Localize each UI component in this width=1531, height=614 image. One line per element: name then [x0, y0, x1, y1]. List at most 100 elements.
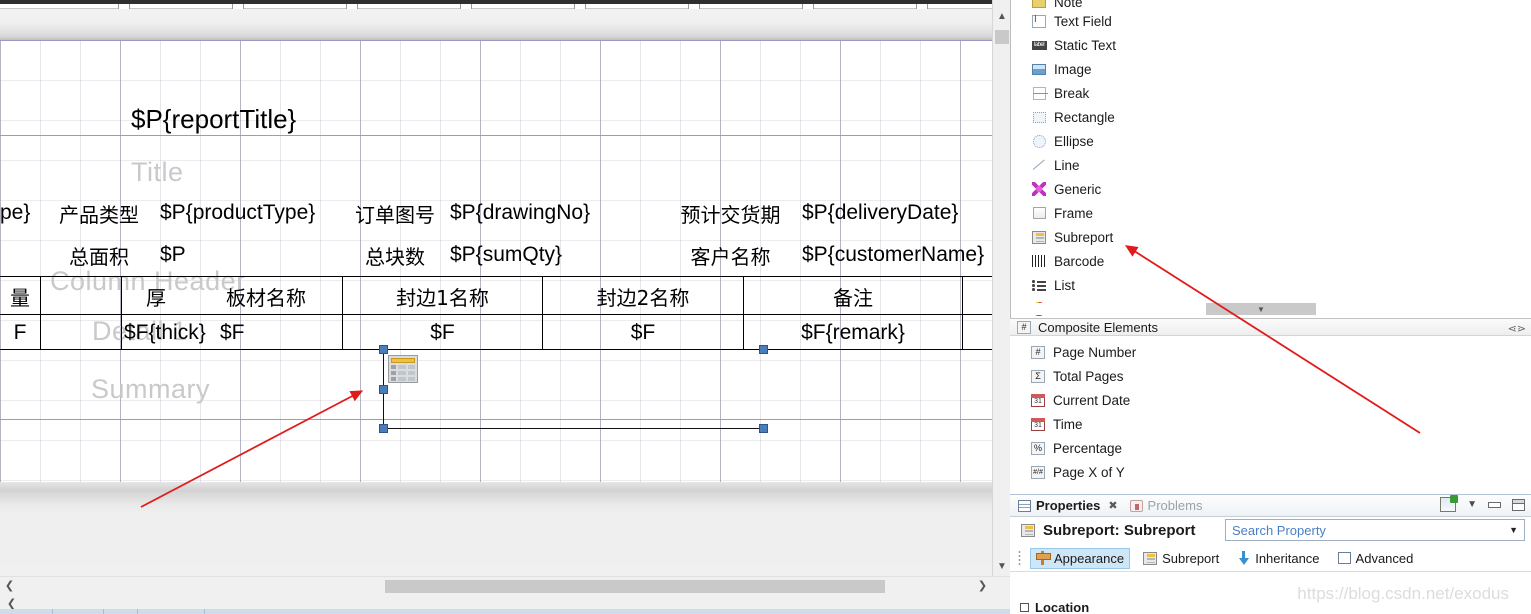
palette-item-line[interactable]: Line: [1011, 153, 1080, 177]
new-view-icon[interactable]: [1440, 495, 1459, 512]
selected-subreport-element[interactable]: [379, 345, 768, 433]
designer-footer-strip: ❮: [0, 595, 1010, 614]
col-header-remark[interactable]: 备注: [744, 278, 962, 314]
scroll-up-arrow[interactable]: ▲: [993, 8, 1010, 25]
detail-cell-remark[interactable]: $F{remark}: [744, 316, 962, 349]
palette-item-text-field[interactable]: Text Field: [1011, 9, 1112, 33]
composite-item-time[interactable]: 31 Time: [1010, 412, 1083, 436]
composite-item-percentage[interactable]: % Percentage: [1010, 436, 1122, 460]
composite-item-label: Total Pages: [1053, 368, 1124, 384]
col-header-thickness[interactable]: 厚: [121, 278, 191, 314]
tab-advanced[interactable]: Advanced: [1333, 549, 1419, 568]
canvas-bottom-shading: [0, 482, 992, 514]
palette-item-ellipse[interactable]: Ellipse: [1011, 129, 1094, 153]
design-canvas[interactable]: Title Column Header Detail 1 Summary $P{…: [0, 9, 992, 566]
chevron-down-icon[interactable]: ▼: [1467, 499, 1477, 510]
param-field-customer-name[interactable]: $P{customerName}: [802, 237, 992, 273]
subreport-icon: [388, 355, 418, 383]
palette-hscroll-thumb[interactable]: ▼: [1206, 303, 1316, 315]
composite-item-page-number[interactable]: # Page Number: [1010, 340, 1136, 364]
detail-cell-edge2-name[interactable]: $F: [544, 316, 742, 349]
composite-item-page-x-of-y[interactable]: #/# Page X of Y: [1010, 460, 1125, 484]
selection-handle-top-right[interactable]: [759, 345, 768, 354]
band-label-title: Title: [131, 157, 184, 187]
properties-toolbar: ▼: [1440, 495, 1525, 512]
minimize-icon[interactable]: [1488, 501, 1501, 508]
palette-item-label: Break: [1054, 85, 1090, 101]
palette-item-label: Text Field: [1054, 13, 1112, 29]
col-header-edge1-name[interactable]: 封边1名称: [343, 278, 542, 314]
property-group-location[interactable]: Location: [1020, 600, 1089, 614]
param-field-total-area[interactable]: $P: [160, 237, 340, 273]
canvas-horizontal-scrollbar[interactable]: ❮ ❯: [0, 576, 1010, 595]
line-icon: [1031, 157, 1047, 173]
param-field-delivery-date[interactable]: $P{deliveryDate}: [802, 195, 992, 231]
view-tab-problems[interactable]: Problems: [1129, 498, 1202, 513]
param-label-drawing-no[interactable]: 订单图号: [345, 195, 445, 231]
composite-item-label: Page X of Y: [1053, 464, 1125, 480]
table-vrule-1: [40, 276, 41, 349]
tab-subreport[interactable]: Subreport: [1138, 549, 1224, 568]
close-icon[interactable]: ✖: [1108, 499, 1117, 512]
tab-inheritance[interactable]: Inheritance: [1232, 549, 1324, 568]
scroll-left-arrow[interactable]: ❮: [0, 577, 19, 596]
horizontal-scroll-thumb[interactable]: [385, 580, 885, 593]
scroll-down-arrow[interactable]: ▼: [993, 558, 1010, 575]
image-icon: [1031, 61, 1047, 77]
band-separator-top: [0, 40, 992, 41]
selection-handle-bottom-right[interactable]: [759, 424, 768, 433]
palette-item-subreport[interactable]: Subreport: [1011, 225, 1113, 249]
properties-title: Subreport: Subreport: [1043, 522, 1196, 539]
selection-handle-top-left[interactable]: [379, 345, 388, 354]
palette-item-frame[interactable]: Frame: [1011, 201, 1093, 225]
col-header-board-name[interactable]: 板材名称: [191, 278, 341, 314]
param-label-delivery-date[interactable]: 预计交货期: [663, 195, 798, 231]
designer-bottom-tabs[interactable]: [0, 609, 1010, 614]
search-property-input[interactable]: Search Property ▼: [1225, 519, 1525, 541]
param-field-sum-qty[interactable]: $P{sumQty}: [450, 237, 640, 273]
detail-cell-thickness[interactable]: $F{thick}: [124, 316, 224, 349]
palette-item-break[interactable]: Break: [1011, 81, 1089, 105]
detail-cell-qty[interactable]: F: [0, 316, 40, 349]
composite-item-label: Current Date: [1053, 392, 1131, 408]
palette-item-image[interactable]: Image: [1011, 57, 1092, 81]
selection-handle-bottom-left[interactable]: [379, 424, 388, 433]
composite-item-current-date[interactable]: 31 Current Date: [1010, 388, 1130, 412]
collapse-icon[interactable]: ⋖⋗: [1508, 322, 1526, 335]
selection-handle-middle-left[interactable]: [379, 385, 388, 394]
view-tab-properties[interactable]: Properties ✖: [1018, 498, 1118, 513]
palette-category-composite-elements[interactable]: # Composite Elements ⋖⋗: [1010, 318, 1531, 336]
palette-item-rectangle[interactable]: Rectangle: [1011, 105, 1115, 129]
detail-cell-board-name[interactable]: $F: [220, 316, 340, 349]
composite-icon: #: [1016, 319, 1032, 335]
palette-item-barcode[interactable]: Barcode: [1011, 249, 1104, 273]
palette-item-static-text[interactable]: label Static Text: [1011, 33, 1116, 57]
vertical-scroll-thumb[interactable]: [995, 30, 1009, 44]
canvas-vertical-scrollbar[interactable]: ▲ ▼: [992, 0, 1010, 595]
param-field-product-type[interactable]: $P{productType}: [160, 195, 340, 231]
tab-appearance[interactable]: Appearance: [1030, 547, 1131, 569]
composite-item-total-pages[interactable]: Σ Total Pages: [1010, 364, 1124, 388]
param-field-drawing-no[interactable]: $P{drawingNo}: [450, 195, 640, 231]
sigma-icon: Σ: [1030, 368, 1046, 384]
param-label-product-type[interactable]: 产品类型: [44, 195, 154, 231]
elements-palette[interactable]: Note Text Field label Static Text Image …: [1010, 0, 1531, 318]
expand-icon[interactable]: [1020, 603, 1029, 612]
composite-elements-list[interactable]: # Page Number Σ Total Pages 31 Current D…: [1010, 338, 1531, 488]
param-label-total-area[interactable]: 总面积: [44, 237, 154, 273]
detail-cell-edge1-name[interactable]: $F: [343, 316, 542, 349]
col-header-qty[interactable]: 量: [0, 278, 40, 314]
chevron-down-icon[interactable]: ▼: [1509, 525, 1518, 535]
composite-item-label: Percentage: [1053, 440, 1123, 456]
scroll-right-arrow[interactable]: ❯: [973, 577, 992, 596]
col-header-edge2-name[interactable]: 封边2名称: [544, 278, 742, 314]
maximize-icon[interactable]: [1512, 498, 1525, 511]
param-label-customer-name[interactable]: 客户名称: [663, 237, 798, 273]
param-label-sum-qty[interactable]: 总块数: [345, 237, 445, 273]
param-cell-r1c1[interactable]: pe}: [0, 195, 40, 231]
text-field-icon: [1031, 13, 1047, 29]
report-title-textfield[interactable]: $P{reportTitle}: [131, 104, 296, 135]
view-tab-label: Properties: [1036, 498, 1101, 513]
palette-item-generic[interactable]: Generic: [1011, 177, 1101, 201]
palette-item-list[interactable]: List: [1011, 273, 1075, 297]
